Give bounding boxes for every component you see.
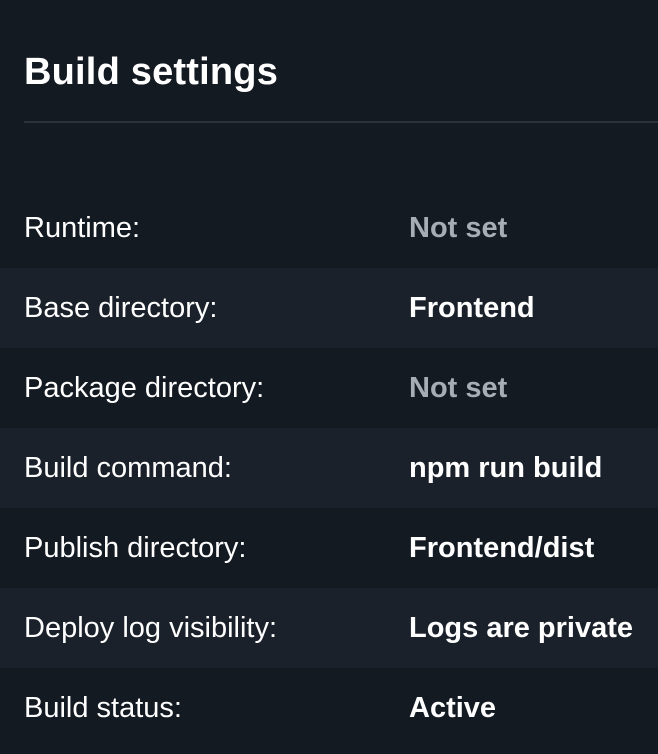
setting-row-runtime: Runtime: Not set: [0, 188, 658, 268]
setting-label-build-command: Build command:: [24, 452, 232, 484]
header-divider: [24, 121, 658, 123]
setting-row-deploy-log-visibility: Deploy log visibility: Logs are private: [0, 588, 658, 668]
setting-label-package-directory: Package directory:: [24, 372, 265, 404]
setting-label-runtime: Runtime:: [24, 212, 141, 244]
setting-row-publish-directory: Publish directory: Frontend/dist: [0, 508, 658, 588]
setting-value-deploy-log-visibility: Logs are private: [409, 612, 634, 644]
setting-value-package-directory: Not set: [409, 372, 508, 404]
setting-label-publish-directory: Publish directory:: [24, 532, 247, 564]
setting-label-build-status: Build status:: [24, 692, 182, 724]
page-title: Build settings: [24, 51, 279, 93]
setting-row-package-directory: Package directory: Not set: [0, 348, 658, 428]
setting-label-base-directory: Base directory:: [24, 292, 218, 324]
setting-row-build-status: Build status: Active: [0, 668, 658, 748]
setting-row-base-directory: Base directory: Frontend: [0, 268, 658, 348]
setting-value-base-directory: Frontend: [409, 292, 535, 324]
setting-row-build-command: Build command: npm run build: [0, 428, 658, 508]
setting-label-deploy-log-visibility: Deploy log visibility:: [24, 612, 278, 644]
setting-value-runtime: Not set: [409, 212, 508, 244]
section-header: Build settings: [0, 0, 658, 123]
build-settings-list: Runtime: Not set Base directory: Fronten…: [0, 188, 658, 748]
setting-value-publish-directory: Frontend/dist: [409, 532, 595, 564]
setting-value-build-status: Active: [409, 692, 497, 724]
setting-value-build-command: npm run build: [409, 452, 603, 484]
